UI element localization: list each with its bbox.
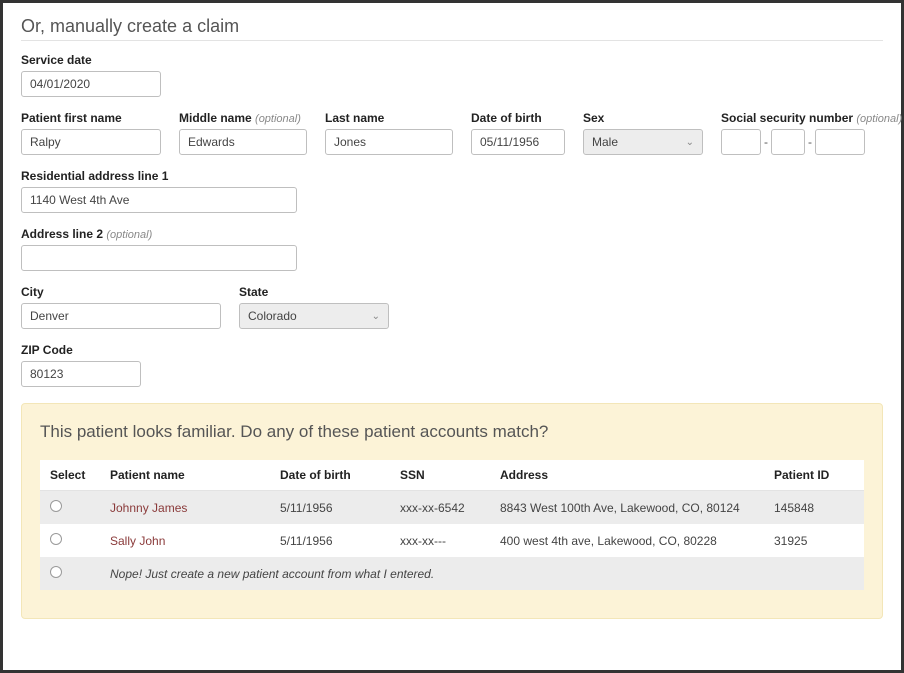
middle-name-label: Middle name (optional): [179, 111, 307, 125]
addr2-input[interactable]: [21, 245, 297, 271]
addr2-label: Address line 2 (optional): [21, 227, 297, 241]
city-label: City: [21, 285, 221, 299]
service-date-input[interactable]: [21, 71, 161, 97]
ssn-part3-input[interactable]: [815, 129, 865, 155]
ssn-label-text: Social security number: [721, 111, 853, 125]
last-name-label: Last name: [325, 111, 453, 125]
zip-input[interactable]: [21, 361, 141, 387]
sex-selected-value: Male: [592, 135, 618, 149]
cell-ssn: xxx-xx-6542: [390, 491, 490, 525]
addr1-input[interactable]: [21, 187, 297, 213]
first-name-input[interactable]: [21, 129, 161, 155]
ssn-part2-input[interactable]: [771, 129, 805, 155]
state-label: State: [239, 285, 389, 299]
col-name: Patient name: [100, 460, 270, 491]
claim-form-container: Or, manually create a claim Service date…: [0, 0, 904, 673]
city-input[interactable]: [21, 303, 221, 329]
cell-pid: 31925: [764, 524, 864, 557]
middle-name-label-text: Middle name: [179, 111, 252, 125]
col-pid: Patient ID: [764, 460, 864, 491]
middle-name-input[interactable]: [179, 129, 307, 155]
patient-match-table: Select Patient name Date of birth SSN Ad…: [40, 460, 864, 590]
col-address: Address: [490, 460, 764, 491]
cell-address: 400 west 4th ave, Lakewood, CO, 80228: [490, 524, 764, 557]
select-radio[interactable]: [50, 500, 62, 512]
last-name-input[interactable]: [325, 129, 453, 155]
cell-dob: 5/11/1956: [270, 491, 390, 525]
table-row: Sally John 5/11/1956 xxx-xx--- 400 west …: [40, 524, 864, 557]
addr2-label-text: Address line 2: [21, 227, 103, 241]
none-option-label: Nope! Just create a new patient account …: [100, 557, 864, 590]
patient-name-link[interactable]: Johnny James: [110, 501, 187, 515]
col-dob: Date of birth: [270, 460, 390, 491]
patient-name-link[interactable]: Sally John: [110, 534, 165, 548]
dob-label: Date of birth: [471, 111, 565, 125]
sex-select[interactable]: Male ⌄: [583, 129, 703, 155]
divider: [21, 40, 883, 41]
col-ssn: SSN: [390, 460, 490, 491]
middle-name-optional: (optional): [255, 113, 301, 125]
select-radio[interactable]: [50, 533, 62, 545]
cell-ssn: xxx-xx---: [390, 524, 490, 557]
ssn-optional: (optional): [856, 113, 902, 125]
chevron-down-icon: ⌄: [686, 137, 694, 148]
col-select: Select: [40, 460, 100, 491]
table-row-none: Nope! Just create a new patient account …: [40, 557, 864, 590]
dob-input[interactable]: [471, 129, 565, 155]
section-title: Or, manually create a claim: [21, 16, 883, 37]
sex-label: Sex: [583, 111, 703, 125]
chevron-down-icon: ⌄: [372, 311, 380, 322]
ssn-separator: -: [764, 135, 768, 149]
cell-dob: 5/11/1956: [270, 524, 390, 557]
ssn-part1-input[interactable]: [721, 129, 761, 155]
service-date-label: Service date: [21, 53, 161, 67]
state-select[interactable]: Colorado ⌄: [239, 303, 389, 329]
addr1-label: Residential address line 1: [21, 169, 297, 183]
table-row: Johnny James 5/11/1956 xxx-xx-6542 8843 …: [40, 491, 864, 525]
cell-address: 8843 West 100th Ave, Lakewood, CO, 80124: [490, 491, 764, 525]
select-radio[interactable]: [50, 566, 62, 578]
ssn-separator: -: [808, 135, 812, 149]
cell-pid: 145848: [764, 491, 864, 525]
ssn-group: - -: [721, 129, 881, 155]
patient-match-title: This patient looks familiar. Do any of t…: [40, 422, 864, 442]
zip-label: ZIP Code: [21, 343, 141, 357]
ssn-label: Social security number (optional): [721, 111, 881, 125]
addr2-optional: (optional): [106, 229, 152, 241]
patient-match-panel: This patient looks familiar. Do any of t…: [21, 403, 883, 619]
state-selected-value: Colorado: [248, 309, 297, 323]
first-name-label: Patient first name: [21, 111, 161, 125]
table-header-row: Select Patient name Date of birth SSN Ad…: [40, 460, 864, 491]
